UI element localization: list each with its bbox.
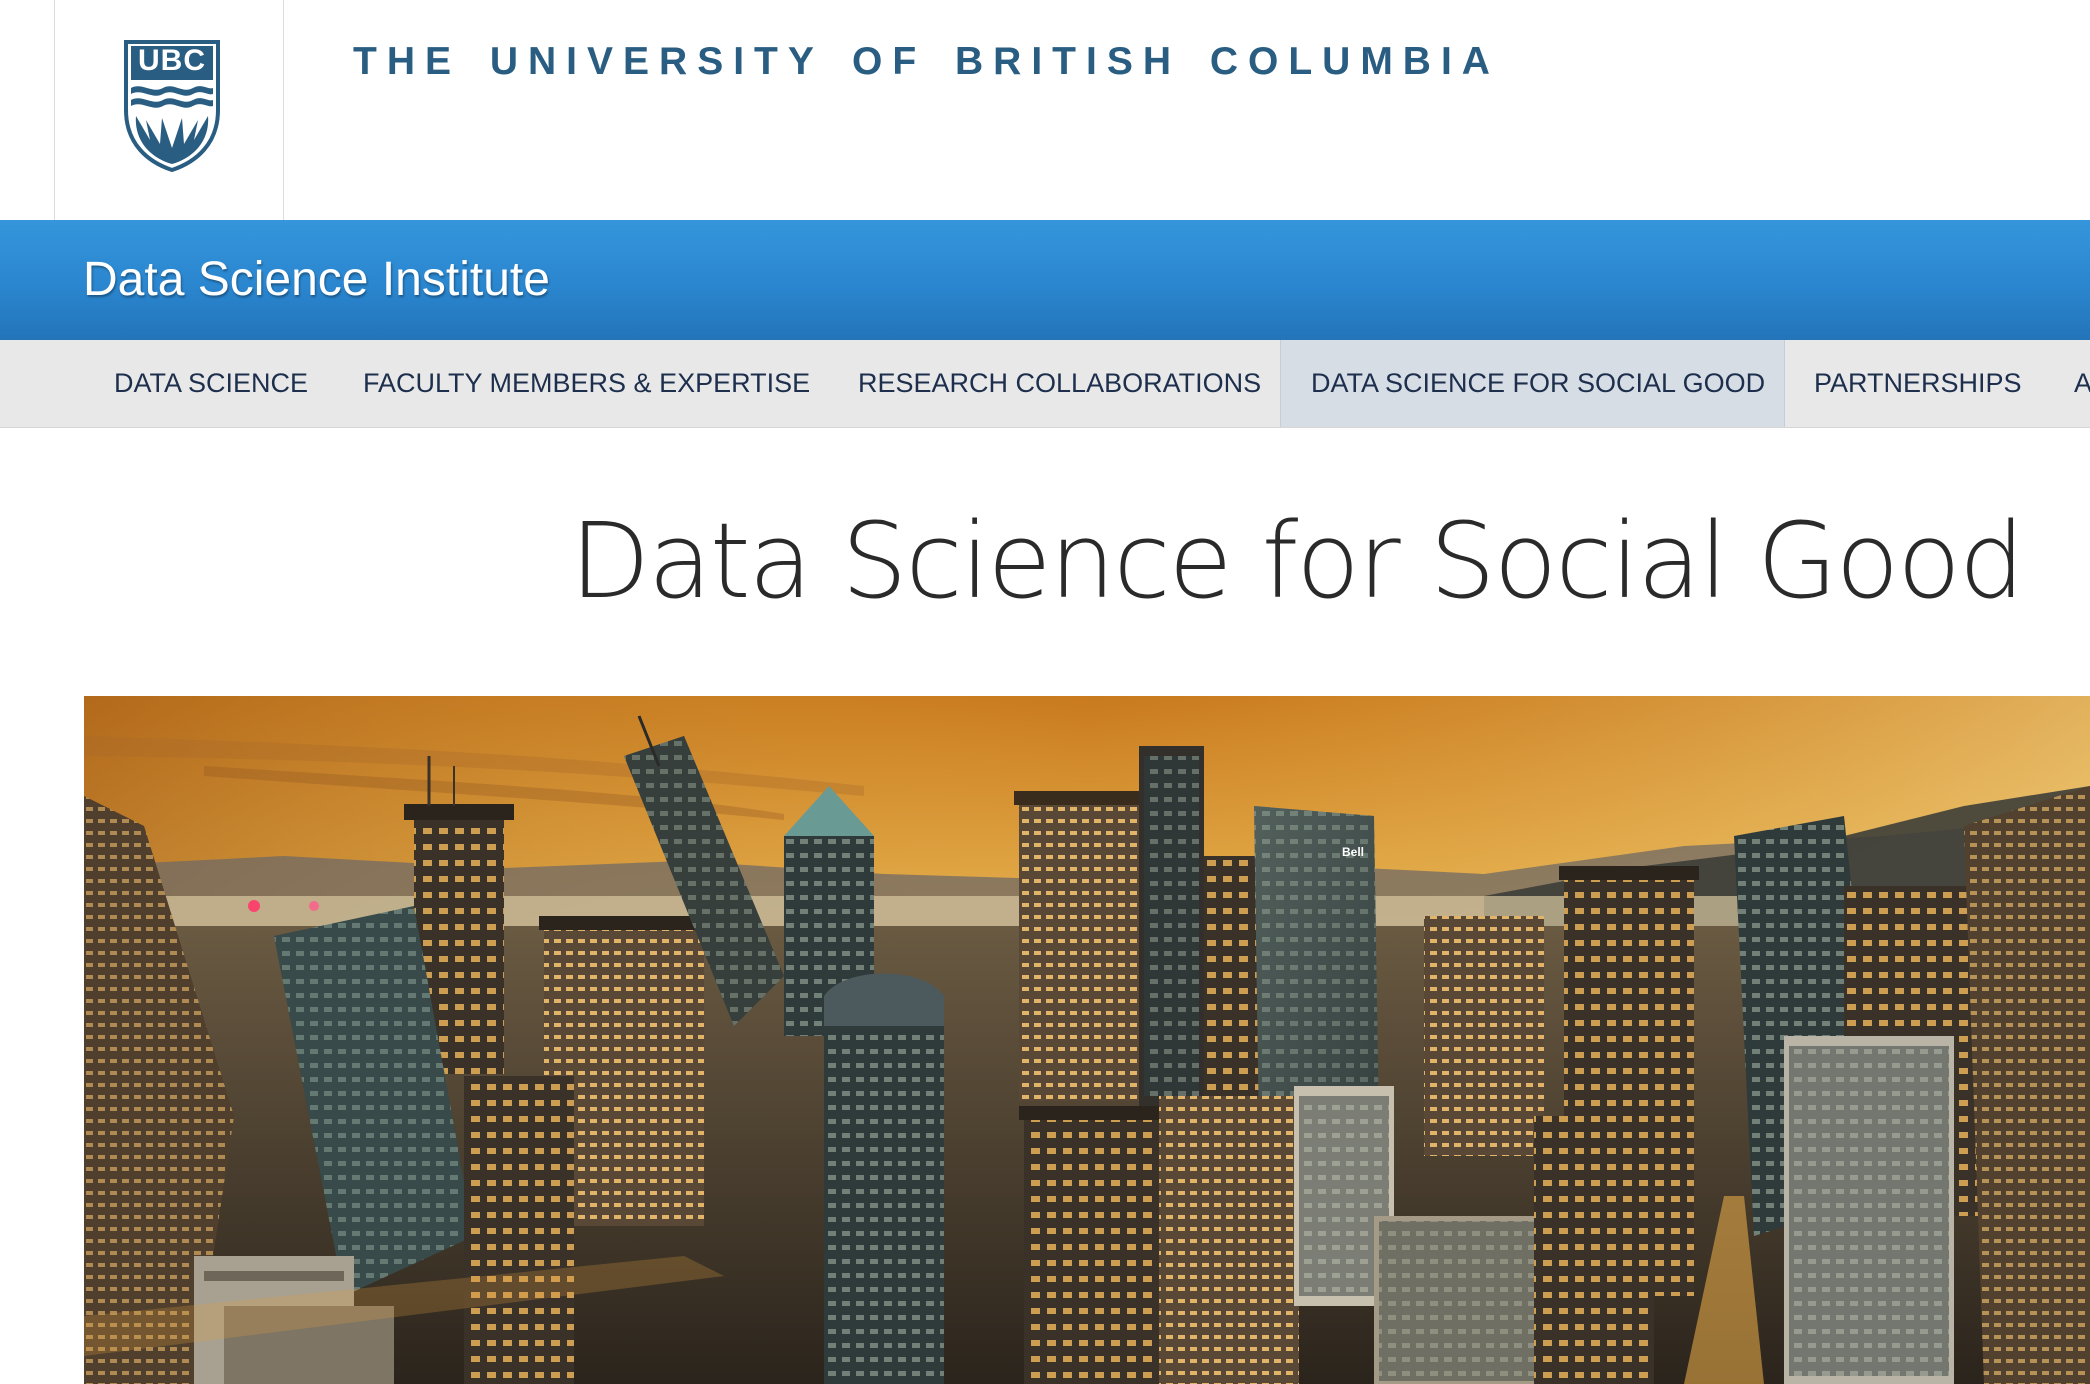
- nav-item-research-collaborations[interactable]: RESEARCH COLLABORATIONS: [828, 340, 1291, 427]
- ubc-crest-container[interactable]: UBC: [54, 0, 284, 220]
- ubc-wordmark-link[interactable]: THE UNIVERSITY OF BRITISH COLUMBIA: [353, 40, 1500, 84]
- ubc-header: UBC THE UNIVERSITY OF BRITISH COLUMBIA: [0, 0, 2090, 220]
- ubc-crest-text: UBC: [138, 44, 206, 77]
- nav-item-data-science[interactable]: DATA SCIENCE: [84, 340, 338, 427]
- nav-item-data-science-social-good[interactable]: DATA SCIENCE FOR SOCIAL GOOD: [1280, 340, 1785, 427]
- nav-item-more[interactable]: A: [2044, 340, 2090, 427]
- hero-image: Bell: [84, 696, 2090, 1384]
- unit-banner: Data Science Institute: [0, 220, 2090, 340]
- nav-item-faculty-members[interactable]: FACULTY MEMBERS & EXPERTISE: [333, 340, 840, 427]
- main-nav: DATA SCIENCE FACULTY MEMBERS & EXPERTISE…: [0, 340, 2090, 428]
- nav-item-partnerships[interactable]: PARTNERSHIPS: [1784, 340, 2052, 427]
- bell-sign: Bell: [1342, 845, 1364, 859]
- ubc-crest-icon[interactable]: UBC: [122, 40, 222, 172]
- vancouver-skyline-illustration: Bell: [84, 696, 2090, 1384]
- page-title: Data Science for Social Good: [570, 500, 2025, 622]
- unit-title-link[interactable]: Data Science Institute: [83, 252, 550, 307]
